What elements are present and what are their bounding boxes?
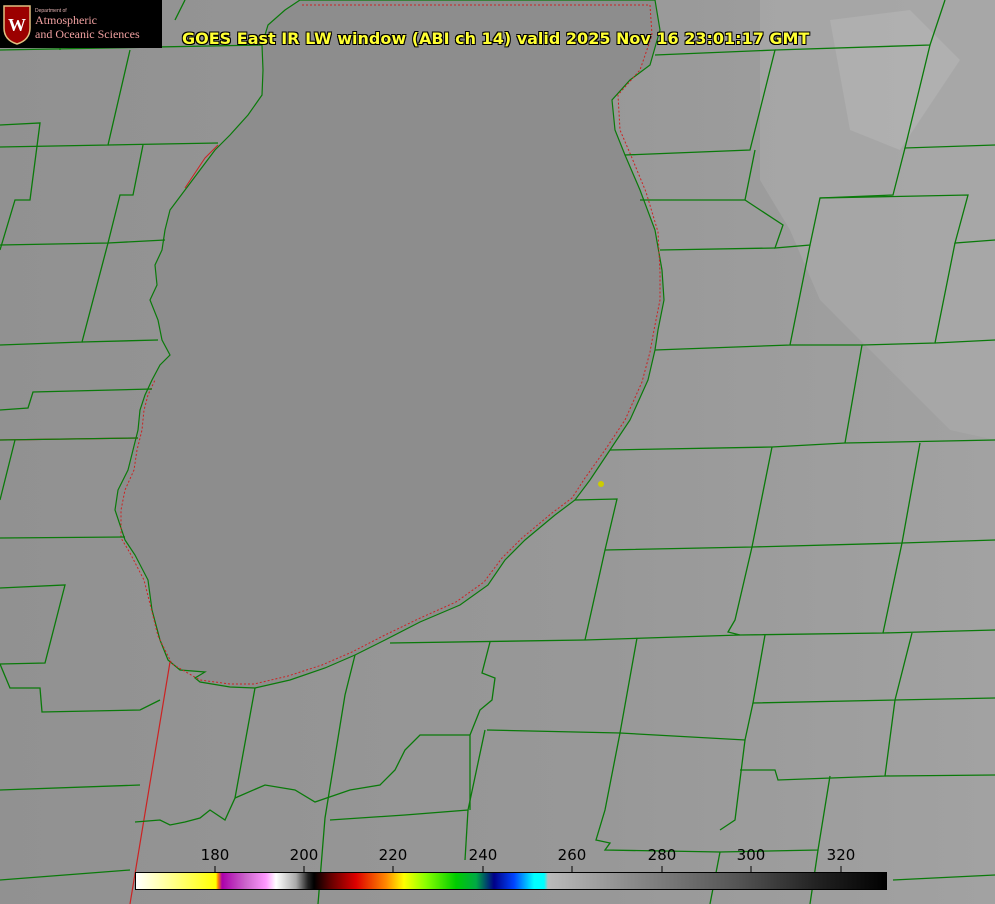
satellite-map: W Department of Atmospheric and Oceanic … (0, 0, 995, 904)
svg-text:W: W (8, 15, 26, 35)
logo-line1: Atmospheric (35, 13, 97, 27)
image-title: GOES East IR LW window (ABI ch 14) valid… (182, 29, 810, 48)
aos-logo[interactable]: W Department of Atmospheric and Oceanic … (0, 0, 162, 48)
colorbar-tick-label: 280 (647, 846, 677, 864)
colorbar (135, 872, 887, 890)
colorbar-tick-label: 260 (557, 846, 587, 864)
colorbar-tick-label: 180 (200, 846, 230, 864)
colorbar-tick-label: 300 (736, 846, 766, 864)
logo-line2: and Oceanic Sciences (35, 27, 140, 41)
colorbar-tick-label: 200 (289, 846, 319, 864)
station-marker (598, 481, 604, 487)
colorbar-tick-label: 320 (826, 846, 856, 864)
map-canvas (0, 0, 995, 904)
uw-seal-icon: W (3, 5, 31, 45)
colorbar-tick-label: 240 (468, 846, 498, 864)
colorbar-tick-label: 220 (378, 846, 408, 864)
